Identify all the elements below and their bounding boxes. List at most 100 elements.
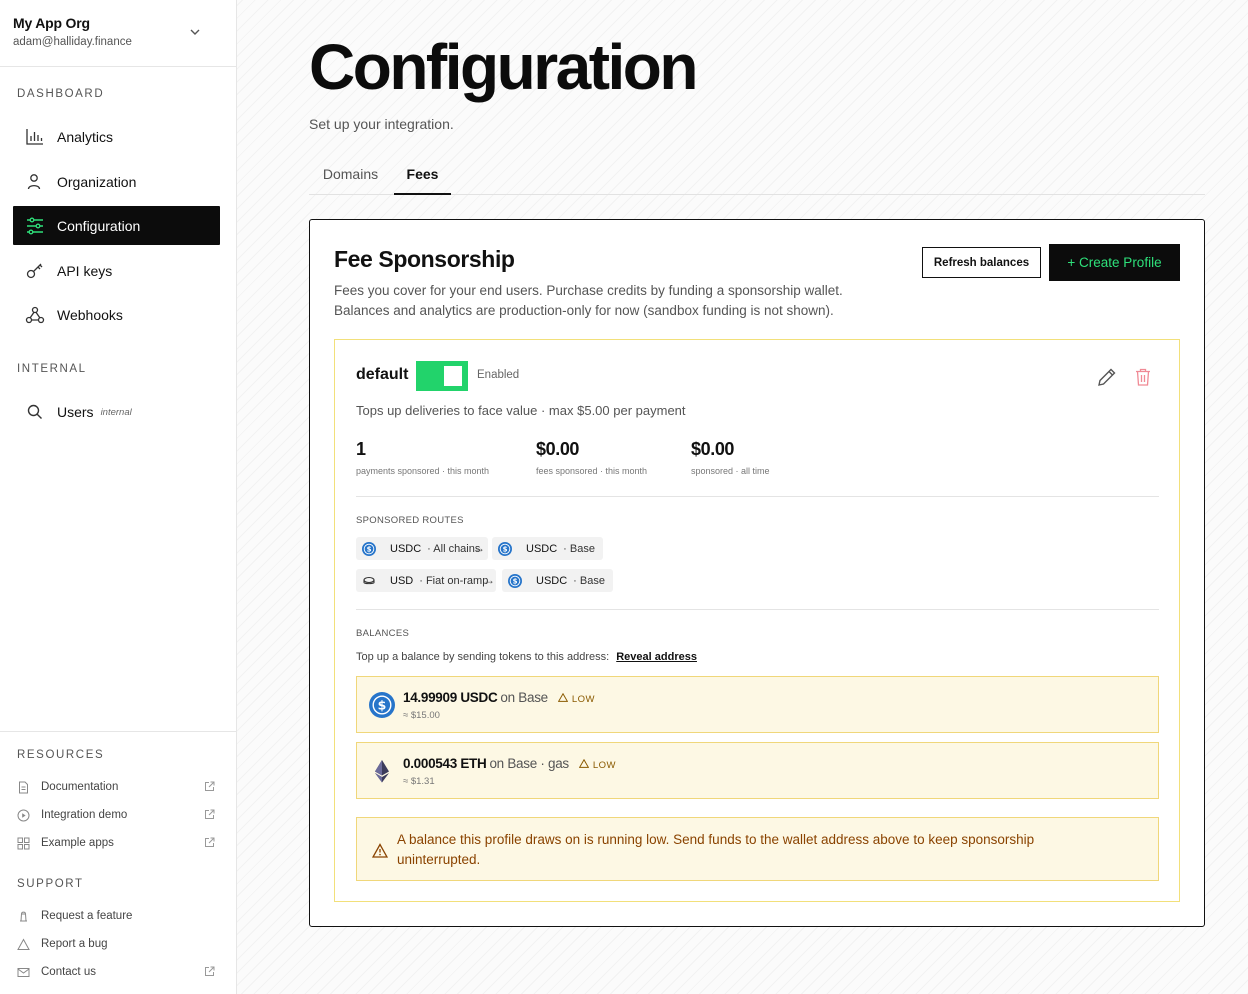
search-icon bbox=[25, 402, 45, 422]
org-switcher[interactable]: My App Org adam@halliday.finance bbox=[0, 0, 236, 67]
stat-value: $0.00 bbox=[536, 439, 580, 459]
sidebar-item-users[interactable]: Users internal bbox=[13, 392, 220, 431]
toggle-knob bbox=[444, 366, 462, 386]
webhook-icon bbox=[25, 305, 45, 325]
route-token: USDC bbox=[526, 542, 558, 555]
warning-text: A balance this profile draws on is runni… bbox=[397, 832, 1035, 867]
svg-text:$: $ bbox=[367, 545, 372, 553]
support-label: Request a feature bbox=[41, 910, 133, 922]
sponsorship-profile: default Enabled Tops up deliveries to fa… bbox=[334, 339, 1180, 902]
card-description: Fees you cover for your end users. Purch… bbox=[334, 281, 843, 321]
sidebar-item-label: API keys bbox=[57, 262, 113, 279]
bar-chart-icon bbox=[25, 127, 45, 147]
sliders-icon bbox=[25, 216, 45, 236]
resource-label: Documentation bbox=[41, 781, 119, 793]
dashboard-section-label: DASHBOARD bbox=[17, 88, 105, 100]
support-section-label: SUPPORT bbox=[17, 878, 84, 890]
route-arrow-icon: → bbox=[483, 573, 495, 587]
balance-usd: ≈ $1.31 bbox=[403, 776, 435, 787]
page-title: Configuration bbox=[309, 31, 698, 103]
chevron-down-icon[interactable] bbox=[188, 25, 202, 39]
sidebar-item-organization[interactable]: Organization bbox=[13, 162, 220, 201]
sidebar-item-webhooks[interactable]: Webhooks bbox=[13, 295, 220, 334]
balances-label: BALANCES bbox=[356, 628, 410, 639]
org-email: adam@halliday.finance bbox=[13, 36, 132, 48]
resource-documentation[interactable]: Documentation bbox=[17, 777, 219, 797]
external-link-icon bbox=[205, 781, 215, 791]
sidebar-item-label: Organization bbox=[57, 173, 137, 190]
resource-label: Integration demo bbox=[41, 809, 128, 821]
internal-section-label: INTERNAL bbox=[17, 363, 87, 375]
sidebar: My App Org adam@halliday.finance DASHBOA… bbox=[0, 0, 237, 994]
stat-label: sponsored · all time bbox=[691, 466, 770, 476]
external-link-icon bbox=[205, 837, 215, 847]
route-to-chip: $ USDC · Base bbox=[502, 569, 613, 592]
resource-label: Example apps bbox=[41, 837, 114, 849]
support-label: Report a bug bbox=[41, 938, 108, 950]
route-token: USDC bbox=[536, 574, 568, 587]
reveal-address-link[interactable]: Reveal address bbox=[616, 651, 697, 663]
stat-label: payments sponsored · this month bbox=[356, 466, 490, 476]
balance-amount-line: 0.000543 ETH on Base · gas LOW bbox=[403, 756, 616, 771]
card-description-line: Balances and analytics are production-on… bbox=[334, 303, 834, 318]
tab-domains[interactable]: Domains bbox=[309, 156, 392, 195]
play-icon bbox=[17, 809, 30, 822]
refresh-balances-button[interactable]: Refresh balances bbox=[922, 247, 1041, 278]
usdc-icon: $ bbox=[362, 541, 376, 556]
usdc-icon: $ bbox=[498, 541, 512, 556]
resources-section-label: RESOURCES bbox=[17, 749, 105, 761]
fee-sponsorship-card: Fee Sponsorship Fees you cover for your … bbox=[309, 219, 1205, 927]
org-name: My App Org bbox=[13, 15, 90, 31]
tab-fees[interactable]: Fees bbox=[394, 156, 451, 195]
card-title: Fee Sponsorship bbox=[334, 246, 515, 272]
sidebar-item-configuration[interactable]: Configuration bbox=[13, 206, 220, 245]
route-network: · Base bbox=[563, 542, 595, 555]
support-report-bug[interactable]: Report a bug bbox=[17, 934, 219, 954]
support-contact-us[interactable]: Contact us bbox=[17, 962, 219, 982]
route-network: · Fiat on-ramp bbox=[419, 574, 489, 587]
create-profile-button[interactable]: + Create Profile bbox=[1049, 244, 1180, 281]
stat-value: $0.00 bbox=[691, 439, 735, 459]
warning-icon bbox=[17, 937, 30, 951]
trash-icon[interactable] bbox=[1132, 366, 1154, 388]
warning-icon bbox=[557, 692, 569, 702]
enabled-label: Enabled bbox=[477, 369, 520, 381]
tab-bar: Domains Fees bbox=[309, 156, 1205, 195]
lamp-icon bbox=[17, 910, 30, 923]
sidebar-item-analytics[interactable]: Analytics bbox=[13, 117, 220, 156]
stat-label: fees sponsored · this month bbox=[536, 466, 648, 476]
resource-example-apps[interactable]: Example apps bbox=[17, 833, 219, 853]
balance-network: on Base bbox=[500, 690, 548, 705]
svg-text:$: $ bbox=[378, 698, 387, 713]
sidebar-item-api-keys[interactable]: API keys bbox=[13, 251, 220, 290]
enabled-toggle[interactable] bbox=[416, 361, 468, 391]
external-link-icon bbox=[205, 966, 215, 976]
balance-amount: 0.000543 ETH bbox=[403, 756, 487, 771]
svg-text:$: $ bbox=[513, 577, 518, 585]
support-request-feature[interactable]: Request a feature bbox=[17, 906, 219, 926]
warning-icon bbox=[578, 758, 590, 768]
topup-text: Top up a balance by sending tokens to th… bbox=[356, 651, 610, 663]
mail-icon bbox=[17, 966, 30, 979]
sidebar-item-label: Users bbox=[57, 403, 94, 420]
balance-amount: 14.99909 USDC bbox=[403, 690, 498, 705]
eth-icon bbox=[375, 760, 389, 783]
stat-value: 1 bbox=[356, 439, 366, 459]
usdc-icon: $ bbox=[369, 692, 395, 718]
resource-integration-demo[interactable]: Integration demo bbox=[17, 805, 219, 825]
edit-pencil-icon[interactable] bbox=[1095, 365, 1119, 389]
topup-instructions: Top up a balance by sending tokens to th… bbox=[356, 651, 697, 663]
document-icon bbox=[17, 781, 30, 794]
routes-label: SPONSORED ROUTES bbox=[356, 515, 464, 526]
route-token: USDC bbox=[390, 542, 422, 555]
sidebar-item-label: Webhooks bbox=[57, 306, 123, 323]
warning-icon bbox=[372, 843, 388, 858]
route-from-chip: $ USDC · All chains bbox=[356, 537, 489, 560]
route-from-chip: USD · Fiat on-ramp bbox=[356, 569, 497, 592]
route-arrow-icon: → bbox=[473, 541, 485, 555]
page-subtitle: Set up your integration. bbox=[309, 116, 454, 132]
low-badge: LOW bbox=[578, 758, 616, 771]
usdc-icon: $ bbox=[508, 573, 522, 588]
profile-description: Tops up deliveries to face value · max $… bbox=[356, 403, 686, 418]
svg-text:$: $ bbox=[503, 545, 508, 553]
